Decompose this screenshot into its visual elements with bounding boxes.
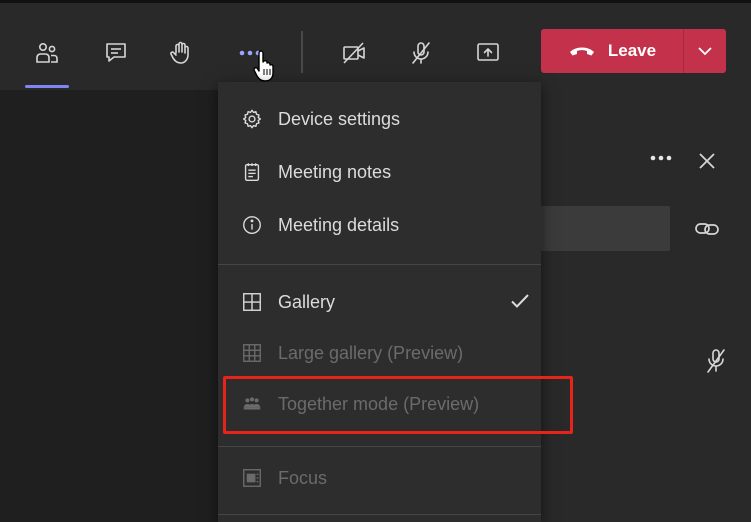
menu-item-large-gallery: Large gallery (Preview) [218, 329, 541, 377]
mic-off-icon [707, 349, 725, 373]
menu-separator [218, 514, 541, 515]
chevron-down-icon [698, 47, 712, 56]
participants-button[interactable] [25, 33, 69, 88]
menu-item-focus: Focus [218, 454, 541, 502]
menu-item-gallery[interactable]: Gallery [218, 278, 541, 326]
mic-off-icon [412, 42, 430, 64]
toolbar-divider [301, 31, 303, 73]
side-panel [540, 90, 751, 522]
leave-button[interactable]: Leave [541, 29, 726, 73]
camera-button[interactable] [334, 33, 374, 73]
share-screen-icon [477, 43, 499, 61]
focus-icon [240, 466, 264, 490]
large-gallery-icon [240, 341, 264, 365]
people-icon [36, 42, 58, 63]
share-screen-button[interactable] [468, 33, 508, 73]
info-icon [240, 213, 264, 237]
menu-item-device-settings[interactable]: Device settings [218, 95, 541, 143]
menu-item-meeting-details[interactable]: Meeting details [218, 201, 541, 249]
leave-label: Leave [607, 41, 657, 60]
notes-icon [240, 160, 264, 184]
gallery-icon [240, 290, 264, 314]
leave-main[interactable]: Leave [541, 29, 683, 73]
menu-separator [218, 264, 541, 265]
annotation-highlight-box [223, 376, 573, 434]
menu-item-label: Device settings [278, 108, 401, 129]
chat-button[interactable] [96, 33, 136, 73]
more-options-menu: Device settings Meeting notes Meeting de… [218, 82, 541, 522]
leave-options-button[interactable] [684, 29, 726, 73]
menu-item-label: Meeting notes [278, 161, 392, 182]
gear-icon [240, 107, 264, 131]
menu-item-label: Large gallery (Preview) [278, 342, 464, 363]
close-icon[interactable] [696, 150, 718, 172]
hang-up-icon [569, 47, 594, 56]
chat-icon [106, 43, 126, 62]
active-indicator [25, 85, 69, 88]
menu-item-label: Meeting details [278, 214, 400, 235]
menu-item-meeting-notes[interactable]: Meeting notes [218, 148, 541, 196]
menu-item-label: Gallery [278, 291, 336, 312]
panel-input-field[interactable] [540, 206, 670, 251]
microphone-button[interactable] [401, 33, 441, 73]
camera-off-icon [343, 42, 365, 64]
menu-separator [218, 446, 541, 447]
checkmark-icon [511, 294, 529, 308]
menu-item-label: Focus [278, 467, 328, 488]
link-icon[interactable] [694, 218, 720, 240]
meeting-toolbar: Leave [0, 0, 751, 90]
more-options-icon[interactable] [647, 146, 677, 170]
raise-hand-button[interactable] [161, 33, 201, 73]
raise-hand-icon [170, 41, 189, 64]
hand-pointer-cursor-icon [253, 50, 274, 82]
